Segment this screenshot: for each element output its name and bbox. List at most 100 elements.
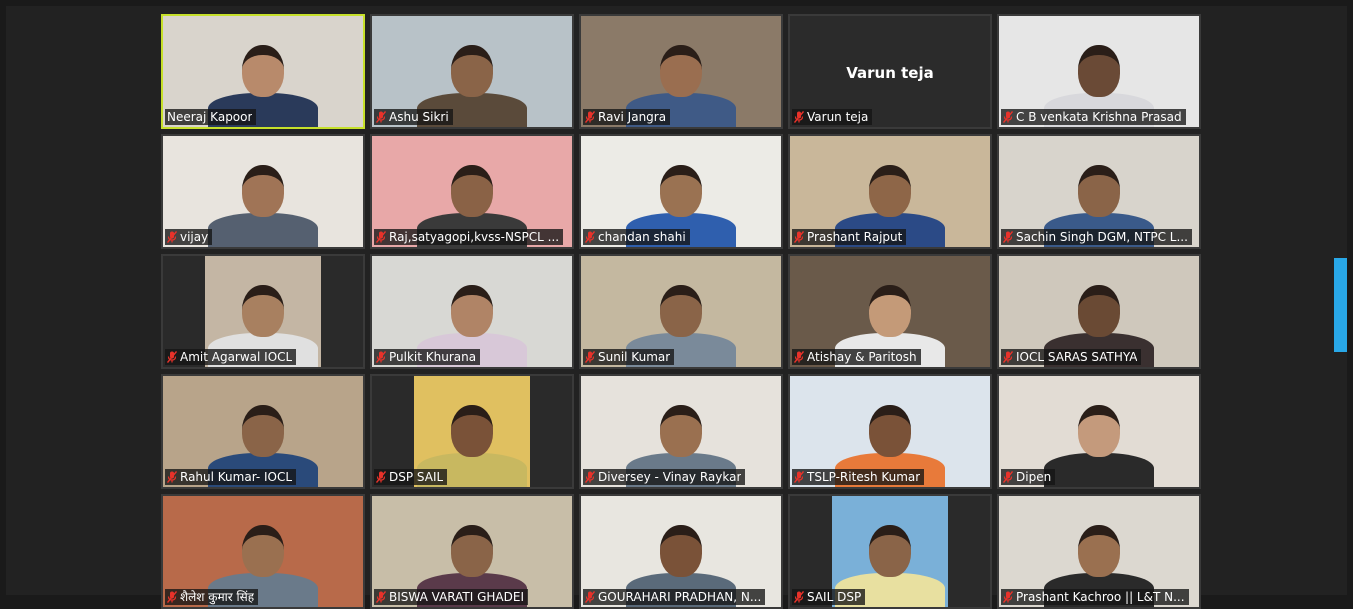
muted-mic-icon: [1003, 471, 1013, 483]
participant-name: SAIL DSP: [807, 590, 862, 604]
name-plate: TSLP-Ritesh Kumar: [792, 469, 925, 485]
participant-tile[interactable]: Varun teja Varun teja: [788, 14, 992, 129]
participant-name: IOCL SARAS SATHYA: [1016, 350, 1138, 364]
participant-name: Ashu Sikri: [389, 110, 449, 124]
participant-name: Rahul Kumar- IOCL: [180, 470, 293, 484]
participant-tile[interactable]: BISWA VARATI GHADEI: [370, 494, 574, 609]
name-plate: C B venkata Krishna Prasad: [1001, 109, 1186, 125]
participant-tile[interactable]: Raj,satyagopi,kvss-NSPCL ...: [370, 134, 574, 249]
participant-tile[interactable]: शैलेश कुमार सिंह: [161, 494, 365, 609]
participant-name: Atishay & Paritosh: [807, 350, 917, 364]
name-plate: IOCL SARAS SATHYA: [1001, 349, 1142, 365]
participant-face: [1078, 285, 1120, 337]
muted-mic-icon: [167, 231, 177, 243]
name-plate: chandan shahi: [583, 229, 690, 245]
participant-tile[interactable]: TSLP-Ritesh Kumar: [788, 374, 992, 489]
participant-face: [451, 405, 493, 457]
muted-mic-icon: [1003, 351, 1013, 363]
participant-tile[interactable]: Sunil Kumar: [579, 254, 783, 369]
name-plate: Sachin Singh DGM, NTPC L...: [1001, 229, 1192, 245]
muted-mic-icon: [167, 351, 177, 363]
participant-tile[interactable]: Amit Agarwal IOCL: [161, 254, 365, 369]
participant-face: [1078, 525, 1120, 577]
side-panel-handle[interactable]: [1334, 258, 1347, 352]
name-plate: GOURAHARI PRADHAN, N...: [583, 589, 766, 605]
participant-face: [660, 285, 702, 337]
participant-face: [660, 405, 702, 457]
participant-name: vijay: [180, 230, 209, 244]
muted-mic-icon: [376, 231, 386, 243]
participant-face: [869, 525, 911, 577]
participant-body: [208, 213, 318, 247]
participant-tile[interactable]: SAIL DSP: [788, 494, 992, 609]
participant-face: [242, 525, 284, 577]
muted-mic-icon: [794, 471, 804, 483]
participant-tile[interactable]: Rahul Kumar- IOCL: [161, 374, 365, 489]
muted-mic-icon: [585, 351, 595, 363]
participant-tile[interactable]: Prashant Kachroo || L&T N...: [997, 494, 1201, 609]
participant-name: Varun teja: [807, 110, 869, 124]
muted-mic-icon: [167, 591, 177, 603]
name-plate: शैलेश कुमार सिंह: [165, 589, 259, 605]
participant-tile[interactable]: chandan shahi: [579, 134, 783, 249]
participant-face: [869, 165, 911, 217]
participant-face: [451, 525, 493, 577]
participant-face: [660, 525, 702, 577]
participant-face: [1078, 405, 1120, 457]
participant-face: [242, 405, 284, 457]
name-plate: Ashu Sikri: [374, 109, 453, 125]
name-plate: Ravi Jangra: [583, 109, 671, 125]
participant-tile[interactable]: Ashu Sikri: [370, 14, 574, 129]
muted-mic-icon: [376, 111, 386, 123]
participant-tile[interactable]: GOURAHARI PRADHAN, N...: [579, 494, 783, 609]
participant-tile[interactable]: Atishay & Paritosh: [788, 254, 992, 369]
muted-mic-icon: [585, 591, 595, 603]
participant-face: [1078, 45, 1120, 97]
muted-mic-icon: [585, 231, 595, 243]
participant-tile[interactable]: Diversey - Vinay Raykar: [579, 374, 783, 489]
participant-face: [1078, 165, 1120, 217]
participant-name: TSLP-Ritesh Kumar: [807, 470, 921, 484]
participant-tile[interactable]: C B venkata Krishna Prasad: [997, 14, 1201, 129]
participant-tile[interactable]: DSP SAIL: [370, 374, 574, 489]
participant-name: शैलेश कुमार सिंह: [180, 590, 255, 604]
participant-tile[interactable]: Dipen: [997, 374, 1201, 489]
participant-tile[interactable]: Ravi Jangra: [579, 14, 783, 129]
participant-tile[interactable]: Prashant Rajput: [788, 134, 992, 249]
name-plate: Pulkit Khurana: [374, 349, 481, 365]
name-plate: Rahul Kumar- IOCL: [165, 469, 297, 485]
name-plate: BISWA VARATI GHADEI: [374, 589, 528, 605]
muted-mic-icon: [1003, 111, 1013, 123]
participant-tile[interactable]: Sachin Singh DGM, NTPC L...: [997, 134, 1201, 249]
participant-name: Neeraj Kapoor: [167, 110, 253, 124]
participant-face: [660, 45, 702, 97]
muted-mic-icon: [1003, 231, 1013, 243]
name-plate: Prashant Kachroo || L&T N...: [1001, 589, 1189, 605]
participant-name: Diversey - Vinay Raykar: [598, 470, 742, 484]
participant-name: BISWA VARATI GHADEI: [389, 590, 524, 604]
name-plate: Varun teja: [792, 109, 873, 125]
participant-name: Raj,satyagopi,kvss-NSPCL ...: [389, 230, 560, 244]
name-plate: Neeraj Kapoor: [165, 109, 257, 125]
participant-grid: Neeraj Kapoor Ashu Sikri Ravi Jangra Varun …: [161, 14, 1201, 609]
name-plate: DSP SAIL: [374, 469, 448, 485]
muted-mic-icon: [585, 111, 595, 123]
name-plate: Sunil Kumar: [583, 349, 675, 365]
participant-name: chandan shahi: [598, 230, 686, 244]
muted-mic-icon: [794, 231, 804, 243]
participant-name: C B venkata Krishna Prasad: [1016, 110, 1182, 124]
participant-tile[interactable]: Neeraj Kapoor: [161, 14, 365, 129]
participant-face: [660, 165, 702, 217]
muted-mic-icon: [376, 471, 386, 483]
name-plate: Atishay & Paritosh: [792, 349, 921, 365]
participant-name: DSP SAIL: [389, 470, 444, 484]
participant-tile[interactable]: vijay: [161, 134, 365, 249]
participant-tile[interactable]: Pulkit Khurana: [370, 254, 574, 369]
muted-mic-icon: [585, 471, 595, 483]
participant-face: [451, 285, 493, 337]
name-plate: Dipen: [1001, 469, 1056, 485]
participant-body: [1044, 453, 1154, 487]
participant-face: [242, 45, 284, 97]
participant-tile[interactable]: IOCL SARAS SATHYA: [997, 254, 1201, 369]
muted-mic-icon: [794, 111, 804, 123]
